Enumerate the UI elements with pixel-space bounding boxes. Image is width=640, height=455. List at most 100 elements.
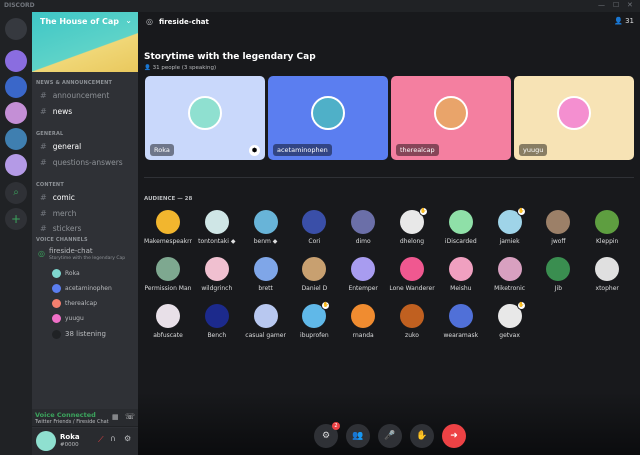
- avatar: [351, 257, 376, 281]
- header-channel-name: fireside-chat: [159, 18, 209, 26]
- channel-label: news: [52, 106, 73, 116]
- hash-icon: #: [40, 91, 47, 100]
- avatar: [52, 284, 61, 293]
- audience-member[interactable]: Permission Man: [144, 257, 192, 292]
- audience-name: casual gamer: [245, 332, 286, 339]
- close-button[interactable]: ✕: [627, 1, 633, 9]
- voice-location: Twitter Friends / Fireside Chat: [35, 419, 109, 425]
- server-icon-server-5[interactable]: [5, 154, 27, 176]
- activity-icon: ⚙: [321, 431, 331, 441]
- audience-member[interactable]: ✋ ibuprofen: [290, 301, 338, 339]
- audience-member[interactable]: benm ◆: [242, 210, 290, 245]
- maximize-button[interactable]: ☐: [613, 1, 619, 9]
- mic-button[interactable]: 🎤: [378, 424, 402, 448]
- stage-channel-topic: Storytime with the legendary Cap: [49, 256, 126, 261]
- channel-announcement[interactable]: # announcement: [40, 90, 134, 102]
- avatar: ✋: [497, 301, 526, 328]
- audience-member[interactable]: Entemper: [339, 257, 387, 292]
- category-header[interactable]: CONTENT: [36, 182, 64, 188]
- voice-user[interactable]: acetaminophen: [52, 284, 112, 294]
- audience-member[interactable]: Kleppin: [583, 210, 631, 245]
- server-icon-server-3[interactable]: [5, 102, 27, 124]
- audience-member[interactable]: ✋ dhelong: [388, 207, 436, 245]
- audience-name: xtopher: [595, 285, 619, 292]
- audience-member[interactable]: Makemespeakrr: [144, 210, 192, 245]
- headphones-icon[interactable]: ∩: [110, 434, 116, 443]
- server-icon-home[interactable]: [5, 18, 27, 40]
- username: Roka: [60, 433, 80, 441]
- audience-member[interactable]: xtopher: [583, 257, 631, 292]
- audience-member[interactable]: ✋ jamiek: [486, 207, 534, 245]
- listening-text: 38 listening: [65, 330, 106, 338]
- audience-member[interactable]: jwoff: [534, 210, 582, 245]
- avatar: [253, 304, 278, 328]
- voice-user[interactable]: therealcap: [52, 299, 97, 309]
- listening-count[interactable]: 38 listening: [52, 329, 106, 339]
- audience-member[interactable]: ✋ getvax: [486, 301, 534, 339]
- server-icon-server-1[interactable]: [5, 50, 27, 72]
- audience-name: iDiscarded: [444, 238, 477, 245]
- audience-member[interactable]: Miketronic: [486, 257, 534, 292]
- channel-questions-answers[interactable]: # questions-answers: [40, 157, 134, 169]
- audience-member[interactable]: rnanda: [339, 304, 387, 339]
- audience-member[interactable]: dimo: [339, 210, 387, 245]
- avatar: [400, 304, 424, 328]
- speaker-card[interactable]: yuugu: [514, 76, 634, 160]
- category-header[interactable]: GENERAL: [36, 131, 63, 137]
- avatar: [546, 210, 571, 234]
- audience-member[interactable]: tontontaki ◆: [193, 210, 241, 245]
- chevron-down-icon[interactable]: ⌄: [125, 16, 132, 25]
- category-header[interactable]: NEWS & ANNOUNCEMENT: [36, 80, 112, 86]
- listeners-icon: [52, 329, 61, 339]
- server-icon-server-2[interactable]: [5, 76, 27, 98]
- audience-member[interactable]: wildgrinch: [193, 257, 241, 292]
- avatar: [156, 304, 180, 328]
- audience-member[interactable]: Daniel D: [290, 257, 338, 292]
- audience-member[interactable]: zuko: [388, 304, 436, 339]
- audience-member[interactable]: Bench: [193, 304, 241, 339]
- request-speak-button[interactable]: ✋: [410, 424, 434, 448]
- speaker-card[interactable]: Roka ⬢: [145, 76, 265, 160]
- channel-news[interactable]: # news: [40, 106, 134, 118]
- leave-button[interactable]: ➜: [442, 424, 466, 448]
- audience-member[interactable]: Lone Wanderer: [388, 257, 436, 292]
- channel-merch[interactable]: # merch: [40, 208, 134, 220]
- audience-member[interactable]: Meishu: [437, 257, 485, 292]
- settings-gear-icon[interactable]: ⚙: [124, 434, 131, 443]
- audience-name: ibuprofen: [300, 332, 329, 339]
- hash-icon: #: [40, 157, 47, 167]
- channel-comic[interactable]: # comic: [40, 192, 134, 204]
- voice-user[interactable]: yuugu: [52, 314, 84, 324]
- audience-member[interactable]: casual gamer: [242, 304, 290, 339]
- hash-icon: #: [40, 193, 47, 202]
- voice-user[interactable]: Roka: [52, 269, 80, 279]
- server-icon-server-4[interactable]: [5, 128, 27, 150]
- mute-mic-icon[interactable]: ⟋: [98, 435, 104, 445]
- server-name: The House of Cap: [40, 17, 119, 26]
- minimize-button[interactable]: —: [598, 1, 605, 9]
- member-count[interactable]: 👤 31: [614, 17, 634, 25]
- explore-servers-icon[interactable]: ⌕: [5, 182, 27, 204]
- audience-name: jamiek: [499, 238, 520, 245]
- audience-member[interactable]: brett: [242, 257, 290, 292]
- voice-user-name: acetaminophen: [65, 285, 112, 292]
- audience-member[interactable]: wearamask: [437, 304, 485, 339]
- audience-member[interactable]: iDiscarded: [437, 210, 485, 245]
- category-header[interactable]: VOICE CHANNELS: [36, 237, 88, 243]
- audience-name: Permission Man: [144, 285, 192, 292]
- audience-member[interactable]: Cori: [290, 210, 338, 245]
- server-banner[interactable]: The House of Cap ⌄: [32, 12, 138, 72]
- channel-general[interactable]: # general: [40, 141, 134, 153]
- speaker-card[interactable]: therealcap: [391, 76, 511, 160]
- activity-button[interactable]: ⚙ 2: [314, 422, 340, 448]
- disconnect-icon[interactable]: ☏: [125, 412, 135, 421]
- audience-member[interactable]: Jib: [534, 257, 582, 292]
- voice-status[interactable]: Voice Connected: [35, 411, 96, 419]
- channel-stickers[interactable]: # stickers: [40, 223, 134, 235]
- avatar[interactable]: [36, 431, 56, 451]
- invite-button[interactable]: 👥: [346, 424, 370, 448]
- add-server-icon[interactable]: +: [5, 208, 27, 230]
- screen-share-icon[interactable]: ▦: [112, 413, 119, 421]
- audience-member[interactable]: abfuscate: [144, 304, 192, 339]
- speaker-card[interactable]: acetaminophen: [268, 76, 388, 160]
